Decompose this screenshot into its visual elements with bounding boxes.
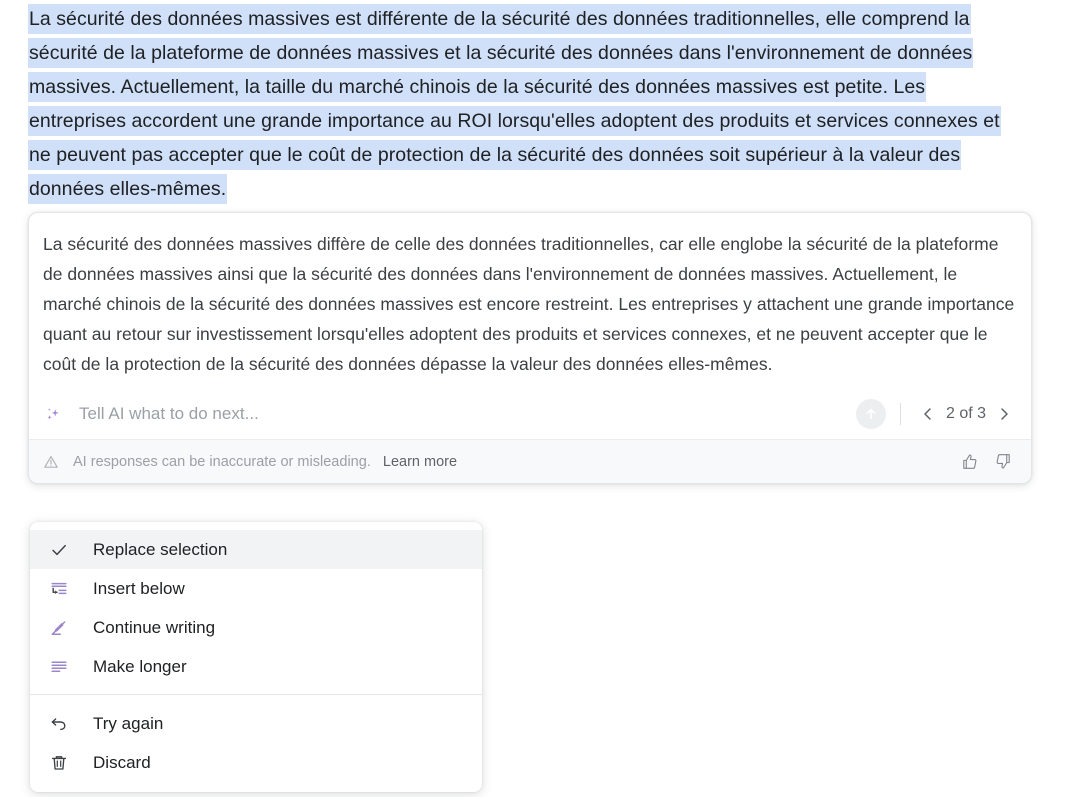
pager-next-button[interactable] (991, 401, 1017, 427)
check-icon (48, 539, 70, 561)
ai-actions-menu: Replace selection Insert below Continue … (30, 522, 482, 792)
warning-triangle-icon (43, 454, 59, 470)
make-longer-icon (48, 656, 70, 678)
learn-more-link[interactable]: Learn more (383, 454, 457, 470)
ai-prompt-input[interactable] (79, 404, 856, 424)
ai-response-text: La sécurité des données massives diffère… (43, 234, 1015, 374)
menu-item-label: Discard (93, 752, 151, 772)
menu-item-discard[interactable]: Discard (30, 743, 482, 782)
menu-divider (30, 694, 482, 695)
thumb-up-icon (962, 454, 976, 469)
menu-item-replace-selection[interactable]: Replace selection (30, 530, 482, 569)
ai-disclaimer-bar: AI responses can be inaccurate or mislea… (29, 439, 1031, 483)
thumb-down-icon (996, 454, 1010, 469)
menu-item-try-again[interactable]: Try again (30, 704, 482, 743)
ai-response-body: La sécurité des données massives diffère… (29, 213, 1031, 389)
menu-item-continue-writing[interactable]: Continue writing (30, 608, 482, 647)
pencil-icon (48, 617, 70, 639)
app-root: La sécurité des données massives est dif… (0, 0, 1080, 797)
pager-prev-button[interactable] (915, 401, 941, 427)
selection-highlight[interactable]: La sécurité des données massives est dif… (28, 4, 1001, 204)
thumb-down-button[interactable] (989, 448, 1017, 476)
thumb-up-button[interactable] (955, 448, 983, 476)
insert-below-icon (48, 578, 70, 600)
undo-arrow-icon (48, 713, 70, 735)
menu-item-insert-below[interactable]: Insert below (30, 569, 482, 608)
arrow-up-circle-icon (866, 408, 876, 420)
ai-result-card: La sécurité des données massives diffère… (28, 212, 1032, 484)
chevron-right-icon (1001, 408, 1008, 420)
menu-item-label: Replace selection (93, 539, 228, 559)
menu-item-label: Make longer (93, 656, 187, 676)
trash-icon (48, 752, 70, 774)
ai-prompt-row: 2 of 3 (29, 389, 1031, 439)
response-pager: 2 of 3 (915, 401, 1017, 427)
ai-disclaimer-text: AI responses can be inaccurate or mislea… (73, 453, 371, 470)
sparkle-icon (43, 404, 63, 424)
menu-item-make-longer[interactable]: Make longer (30, 647, 482, 686)
menu-item-label: Insert below (93, 578, 185, 598)
chevron-left-icon (924, 408, 931, 420)
menu-item-label: Continue writing (93, 617, 216, 637)
ai-submit-button[interactable] (855, 399, 886, 429)
toolbar-divider (899, 403, 901, 425)
pager-label: 2 of 3 (945, 405, 986, 422)
document-selected-paragraph[interactable]: La sécurité des données massives est dif… (28, 2, 1013, 206)
menu-item-label: Try again (93, 713, 164, 733)
